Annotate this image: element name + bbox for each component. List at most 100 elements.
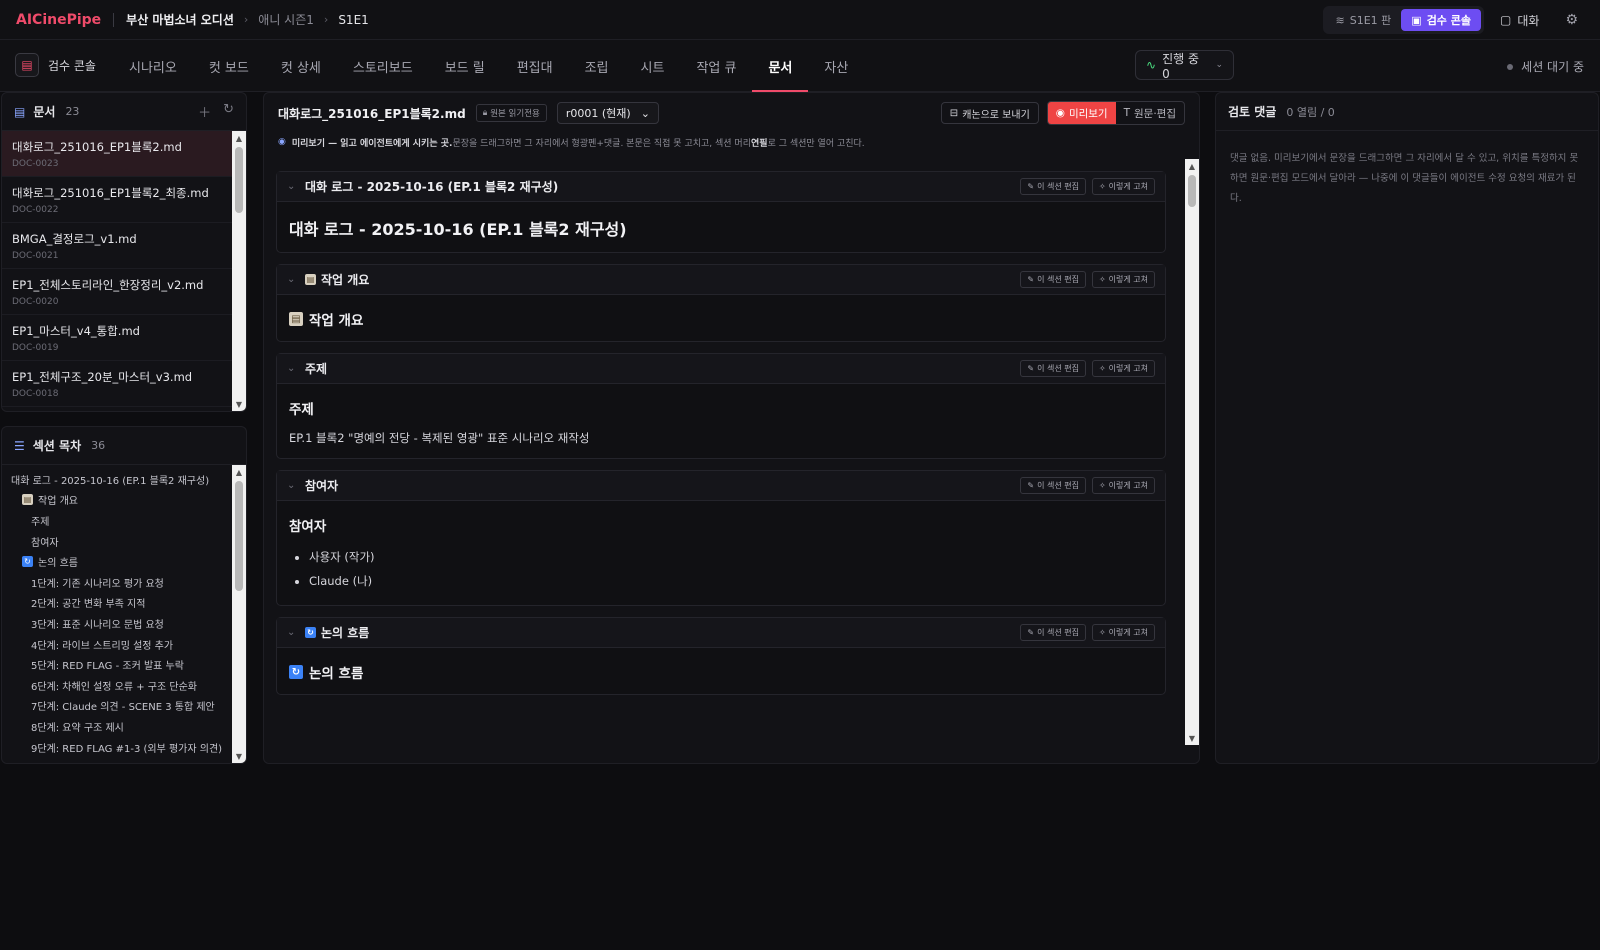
fix-like-button[interactable]: ✧ 이렇게 고쳐 xyxy=(1091,624,1155,641)
fix-like-button[interactable]: ✧ 이렇게 고쳐 xyxy=(1091,271,1155,288)
edit-section-button[interactable]: ✎ 이 섹션 편집 xyxy=(1020,477,1086,494)
edit-mode-button[interactable]: T 원문·편집 xyxy=(1116,102,1184,124)
section-header[interactable]: ⌄ ▤ 작업 개요 ✎ 이 섹션 편집 ✧ 이렇게 고쳐 xyxy=(277,265,1165,295)
breadcrumb-episode[interactable]: S1E1 xyxy=(338,13,368,27)
edit-section-button[interactable]: ✎ 이 섹션 편집 xyxy=(1020,624,1086,641)
scroll-down-icon[interactable]: ▼ xyxy=(232,749,246,763)
list-item[interactable]: BMGA_결정로그_v1.md DOC-0021 xyxy=(2,223,232,269)
documents-scrollbar[interactable]: ▲ ▼ xyxy=(232,131,246,411)
documents-title: 문서 xyxy=(33,105,56,119)
tab-sheet[interactable]: 시트 xyxy=(625,40,681,92)
toc-item[interactable]: 4단계: 라이브 스트리밍 설정 추가 xyxy=(2,634,232,655)
toc-item[interactable]: 참여자 xyxy=(2,531,232,552)
doc-name: EP1_전체스토리라인_한장정리_v2.md xyxy=(12,278,204,292)
progress-dropdown[interactable]: ∿ 진행 중 0 ⌄ xyxy=(1135,50,1234,81)
toc-item[interactable]: ▤ 작업 개요 xyxy=(2,490,232,511)
tab-board-reel[interactable]: 보드 릴 xyxy=(429,40,501,92)
toc-item-label: 논의 흐름 xyxy=(38,558,78,570)
toc-item-label: 4단계: 라이브 스트리밍 설정 추가 xyxy=(31,640,174,652)
doc-id: DOC-0018 xyxy=(12,389,59,399)
section-header[interactable]: ⌄ ↻ 논의 흐름 ✎ 이 섹션 편집 ✧ 이렇게 고쳐 xyxy=(277,618,1165,648)
fix-like-button[interactable]: ✧ 이렇게 고쳐 xyxy=(1091,360,1155,377)
chevron-down-icon[interactable]: ⌄ xyxy=(287,627,305,638)
chevron-down-icon[interactable]: ⌄ xyxy=(287,274,305,285)
toc-item[interactable]: ↻ 논의 흐름 xyxy=(2,551,232,572)
toc-item[interactable]: 3단계: 표준 시나리오 문법 요청 xyxy=(2,613,232,634)
project-title[interactable]: 부산 마법소녀 오디션 xyxy=(126,11,234,28)
viewer-scrollbar[interactable]: ▲ ▼ xyxy=(1185,159,1199,745)
tab-editing[interactable]: 편집대 xyxy=(501,40,569,92)
list-item[interactable]: 대화로그_251016_EP1블록2.md DOC-0023 xyxy=(2,131,232,177)
comments-panel: 검토 댓글 0 열림 / 0 댓글 없음. 미리보기에서 문장을 드래그하면 그… xyxy=(1215,92,1599,764)
scroll-up-icon[interactable]: ▲ xyxy=(232,131,246,145)
toc-item[interactable]: 2단계: 공간 변화 부족 지적 xyxy=(2,593,232,614)
fix-like-label: 이렇게 고쳐 xyxy=(1108,628,1148,637)
toc-item[interactable]: 9단계: RED FLAG #1-3 (외부 평가자 의견) xyxy=(2,737,232,758)
section-header[interactable]: ⌄ 대화 로그 - 2025-10-16 (EP.1 블록2 재구성) ✎ 이 섹… xyxy=(277,172,1165,202)
tab-cut-detail[interactable]: 컷 상세 xyxy=(265,40,337,92)
list-item[interactable]: EP1_전체스토리라인_한장정리_v2.md DOC-0020 xyxy=(2,269,232,315)
chat-button[interactable]: ▢ 대화 xyxy=(1500,12,1539,29)
wand-icon: ✧ xyxy=(1098,481,1106,490)
toc-scrollbar[interactable]: ▲ ▼ xyxy=(232,465,246,763)
edit-section-button[interactable]: ✎ 이 섹션 편집 xyxy=(1020,271,1086,288)
toc-item[interactable]: 5단계: RED FLAG - 조커 발표 누락 xyxy=(2,654,232,675)
toc-list: 대화 로그 - 2025-10-16 (EP.1 블록2 재구성) ▤ 작업 개요… xyxy=(2,465,232,763)
tab-scenario[interactable]: 시나리오 xyxy=(113,40,193,92)
chevron-down-icon[interactable]: ⌄ xyxy=(287,363,305,374)
edit-section-button[interactable]: ✎ 이 섹션 편집 xyxy=(1020,178,1086,195)
console-mode-label: 검수 콘솔 xyxy=(1426,14,1471,27)
console-mode-button[interactable]: ▣ 검수 콘솔 xyxy=(1401,9,1481,31)
list-item[interactable]: EP1_전체구조_20분_마스터_v3.md DOC-0018 xyxy=(2,361,232,407)
section-header[interactable]: ⌄ 참여자 ✎ 이 섹션 편집 ✧ 이렇게 고쳐 xyxy=(277,471,1165,501)
toc-item[interactable]: 1단계: 기존 시나리오 평가 요청 xyxy=(2,572,232,593)
scroll-thumb[interactable] xyxy=(1188,175,1196,207)
tab-assembly[interactable]: 조립 xyxy=(569,40,625,92)
edit-section-button[interactable]: ✎ 이 섹션 편집 xyxy=(1020,360,1086,377)
mode-switch: ≋ S1E1 판 ▣ 검수 콘솔 xyxy=(1322,6,1484,34)
scroll-thumb[interactable] xyxy=(235,147,243,213)
chevron-down-icon[interactable]: ⌄ xyxy=(287,480,305,491)
toc-item[interactable]: 7단계: Claude 의견 - SCENE 3 통합 제안 xyxy=(2,696,232,717)
fix-like-button[interactable]: ✧ 이렇게 고쳐 xyxy=(1091,477,1155,494)
list-item[interactable]: 대화로그_251016_EP1블록2_최종.md DOC-0022 xyxy=(2,177,232,223)
scroll-down-icon[interactable]: ▼ xyxy=(1185,731,1199,745)
toc-item[interactable]: 6단계: 차해인 설정 오류 + 구조 단순화 xyxy=(2,675,232,696)
list-item: 사용자 (작가) xyxy=(309,545,1153,569)
gear-icon[interactable]: ⚙ xyxy=(1565,12,1578,28)
readonly-badge: 🔒︎ 원본 읽기전용 xyxy=(475,104,547,122)
console-link[interactable]: ▤ 검수 콘솔 xyxy=(15,53,96,77)
scroll-up-icon[interactable]: ▲ xyxy=(1185,159,1199,173)
refresh-icon[interactable]: ↻ xyxy=(223,102,234,121)
list-item[interactable]: EP1_마스터_v4_통합.md DOC-0019 xyxy=(2,315,232,361)
doc-id: DOC-0022 xyxy=(12,205,59,215)
doc-section: ⌄ ▤ 작업 개요 ✎ 이 섹션 편집 ✧ 이렇게 고쳐 ▤ 작업 개요 xyxy=(276,264,1166,342)
plus-icon[interactable]: ＋ xyxy=(198,102,211,121)
clipboard-icon: ▤ xyxy=(22,494,33,506)
section-header[interactable]: ⌄ 주제 ✎ 이 섹션 편집 ✧ 이렇게 고쳐 xyxy=(277,354,1165,384)
revision-select[interactable]: r0001 (현재) ⌄ xyxy=(556,102,659,124)
scroll-down-icon[interactable]: ▼ xyxy=(232,397,246,411)
edit-section-label: 이 섹션 편집 xyxy=(1037,481,1079,490)
toc-item-label: 9단계: RED FLAG #1-3 (외부 평가자 의견) xyxy=(31,743,223,755)
send-to-canon-button[interactable]: ⊟ 캐논으로 보내기 xyxy=(940,102,1039,124)
fix-like-button[interactable]: ✧ 이렇게 고쳐 xyxy=(1091,178,1155,195)
toc-item[interactable]: 대화 로그 - 2025-10-16 (EP.1 블록2 재구성) xyxy=(2,469,232,490)
chevron-down-icon[interactable]: ⌄ xyxy=(287,181,305,192)
tab-job-queue[interactable]: 작업 큐 xyxy=(680,40,752,92)
scroll-up-icon[interactable]: ▲ xyxy=(232,465,246,479)
pencil-icon: ✎ xyxy=(1027,481,1035,490)
section-title: 논의 흐름 xyxy=(321,626,370,640)
plan-button[interactable]: ≋ S1E1 판 xyxy=(1326,9,1402,31)
breadcrumb-season[interactable]: 애니 시즌1 xyxy=(258,11,314,28)
fix-like-label: 이렇게 고쳐 xyxy=(1108,364,1148,373)
tab-documents[interactable]: 문서 xyxy=(752,40,809,92)
brand-logo[interactable]: AICinePipe xyxy=(16,12,101,28)
scroll-thumb[interactable] xyxy=(235,481,243,591)
preview-mode-button[interactable]: ◉ 미리보기 xyxy=(1047,102,1116,124)
tab-assets[interactable]: 자산 xyxy=(808,40,864,92)
tab-storyboard[interactable]: 스토리보드 xyxy=(337,40,429,92)
toc-item[interactable]: 주제 xyxy=(2,510,232,531)
toc-item[interactable]: 8단계: 요약 구조 제시 xyxy=(2,716,232,737)
tab-cut-board[interactable]: 컷 보드 xyxy=(193,40,265,92)
